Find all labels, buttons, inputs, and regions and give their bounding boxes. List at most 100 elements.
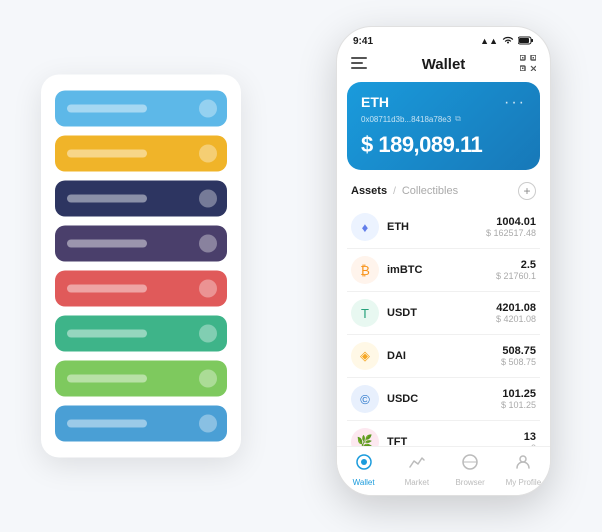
menu-icon[interactable] bbox=[351, 56, 367, 74]
asset-icon-usdc: © bbox=[351, 385, 379, 413]
hero-address: 0x08711d3b...8418a78e3 ⧉ bbox=[361, 114, 526, 124]
asset-list: ♦ ETH 1004.01 $ 162517.48 ₿ imBTC 2.5 $ … bbox=[337, 206, 550, 446]
hero-card-top: ETH ··· bbox=[361, 94, 526, 112]
hero-balance: $ 189,089.11 bbox=[361, 132, 526, 158]
asset-name-eth: ETH bbox=[387, 221, 486, 233]
nav-icon-my profile bbox=[514, 453, 532, 476]
card-label-5 bbox=[67, 285, 147, 293]
asset-name-imbtc: imBTC bbox=[387, 264, 496, 276]
nav-label-wallet: Wallet bbox=[353, 478, 375, 487]
card-icon-5 bbox=[199, 280, 217, 298]
phone-header: Wallet bbox=[337, 51, 550, 82]
card-stack bbox=[41, 75, 241, 458]
assets-header: Assets / Collectibles + bbox=[337, 180, 550, 206]
stack-card-2[interactable] bbox=[55, 136, 227, 172]
asset-icon-imbtc: ₿ bbox=[351, 256, 379, 284]
nav-label-browser: Browser bbox=[455, 478, 484, 487]
tab-divider: / bbox=[393, 186, 396, 197]
asset-row[interactable]: ◈ DAI 508.75 $ 508.75 bbox=[347, 335, 540, 378]
hero-coin-name: ETH bbox=[361, 94, 389, 110]
asset-values-usdt: 4201.08 $ 4201.08 bbox=[496, 302, 536, 324]
asset-amount-imbtc: 2.5 bbox=[496, 259, 536, 271]
card-label-1 bbox=[67, 105, 147, 113]
card-icon-2 bbox=[199, 145, 217, 163]
stack-card-3[interactable] bbox=[55, 181, 227, 217]
status-time: 9:41 bbox=[353, 36, 373, 47]
nav-icon-market bbox=[408, 453, 426, 476]
asset-values-usdc: 101.25 $ 101.25 bbox=[501, 388, 536, 410]
asset-name-dai: DAI bbox=[387, 350, 501, 362]
asset-usd-usdc: $ 101.25 bbox=[501, 400, 536, 410]
stack-card-8[interactable] bbox=[55, 406, 227, 442]
asset-row[interactable]: T USDT 4201.08 $ 4201.08 bbox=[347, 292, 540, 335]
card-label-6 bbox=[67, 330, 147, 338]
card-icon-3 bbox=[199, 190, 217, 208]
card-label-4 bbox=[67, 240, 147, 248]
card-icon-1 bbox=[199, 100, 217, 118]
nav-label-my profile: My Profile bbox=[506, 478, 542, 487]
asset-name-usdt: USDT bbox=[387, 307, 496, 319]
asset-name-usdc: USDC bbox=[387, 393, 501, 405]
nav-icon-wallet bbox=[355, 453, 373, 476]
battery-icon bbox=[518, 36, 534, 47]
asset-usd-dai: $ 508.75 bbox=[501, 357, 536, 367]
asset-amount-usdc: 101.25 bbox=[501, 388, 536, 400]
stack-card-6[interactable] bbox=[55, 316, 227, 352]
asset-usd-eth: $ 162517.48 bbox=[486, 228, 536, 238]
nav-item-my-profile[interactable]: My Profile bbox=[497, 453, 550, 487]
status-bar: 9:41 ▲▲ bbox=[337, 27, 550, 51]
hero-dots[interactable]: ··· bbox=[504, 94, 526, 112]
signal-icon: ▲▲ bbox=[480, 36, 498, 46]
asset-row[interactable]: ₿ imBTC 2.5 $ 21760.1 bbox=[347, 249, 540, 292]
address-text: 0x08711d3b...8418a78e3 bbox=[361, 115, 451, 124]
card-label-8 bbox=[67, 420, 147, 428]
asset-values-dai: 508.75 $ 508.75 bbox=[501, 345, 536, 367]
phone-mockup: 9:41 ▲▲ Wallet ETH bbox=[336, 26, 551, 496]
asset-amount-tft: 13 bbox=[524, 431, 536, 443]
tab-collectibles[interactable]: Collectibles bbox=[402, 185, 458, 197]
card-label-7 bbox=[67, 375, 147, 383]
asset-values-eth: 1004.01 $ 162517.48 bbox=[486, 216, 536, 238]
card-icon-7 bbox=[199, 370, 217, 388]
balance-value: $ 189,089.11 bbox=[361, 132, 482, 157]
asset-amount-eth: 1004.01 bbox=[486, 216, 536, 228]
nav-item-wallet[interactable]: Wallet bbox=[337, 453, 390, 487]
assets-tabs: Assets / Collectibles bbox=[351, 185, 458, 197]
card-icon-6 bbox=[199, 325, 217, 343]
asset-row[interactable]: © USDC 101.25 $ 101.25 bbox=[347, 378, 540, 421]
hero-card[interactable]: ETH ··· 0x08711d3b...8418a78e3 ⧉ $ 189,0… bbox=[347, 82, 540, 170]
card-label-3 bbox=[67, 195, 147, 203]
nav-item-browser[interactable]: Browser bbox=[444, 453, 497, 487]
scan-icon[interactable] bbox=[520, 55, 536, 74]
stack-card-4[interactable] bbox=[55, 226, 227, 262]
copy-icon[interactable]: ⧉ bbox=[455, 114, 461, 124]
asset-values-tft: 13 0 bbox=[524, 431, 536, 446]
nav-item-market[interactable]: Market bbox=[390, 453, 443, 487]
status-icons: ▲▲ bbox=[480, 35, 534, 47]
asset-amount-usdt: 4201.08 bbox=[496, 302, 536, 314]
nav-label-market: Market bbox=[405, 478, 429, 487]
stack-card-1[interactable] bbox=[55, 91, 227, 127]
asset-usd-imbtc: $ 21760.1 bbox=[496, 271, 536, 281]
asset-amount-dai: 508.75 bbox=[501, 345, 536, 357]
asset-icon-usdt: T bbox=[351, 299, 379, 327]
wifi-icon bbox=[502, 35, 514, 47]
card-icon-4 bbox=[199, 235, 217, 253]
asset-icon-dai: ◈ bbox=[351, 342, 379, 370]
asset-usd-usdt: $ 4201.08 bbox=[496, 314, 536, 324]
asset-name-tft: TFT bbox=[387, 436, 524, 446]
asset-row[interactable]: ♦ ETH 1004.01 $ 162517.48 bbox=[347, 206, 540, 249]
add-asset-button[interactable]: + bbox=[518, 182, 536, 200]
nav-icon-browser bbox=[461, 453, 479, 476]
asset-row[interactable]: 🌿 TFT 13 0 bbox=[347, 421, 540, 446]
stack-card-7[interactable] bbox=[55, 361, 227, 397]
card-label-2 bbox=[67, 150, 147, 158]
scene: 9:41 ▲▲ Wallet ETH bbox=[21, 16, 581, 516]
stack-card-5[interactable] bbox=[55, 271, 227, 307]
wallet-title: Wallet bbox=[422, 56, 466, 73]
asset-values-imbtc: 2.5 $ 21760.1 bbox=[496, 259, 536, 281]
bottom-nav: Wallet Market Browser My Profile bbox=[337, 446, 550, 495]
tab-assets[interactable]: Assets bbox=[351, 185, 387, 197]
asset-icon-tft: 🌿 bbox=[351, 428, 379, 446]
asset-icon-eth: ♦ bbox=[351, 213, 379, 241]
